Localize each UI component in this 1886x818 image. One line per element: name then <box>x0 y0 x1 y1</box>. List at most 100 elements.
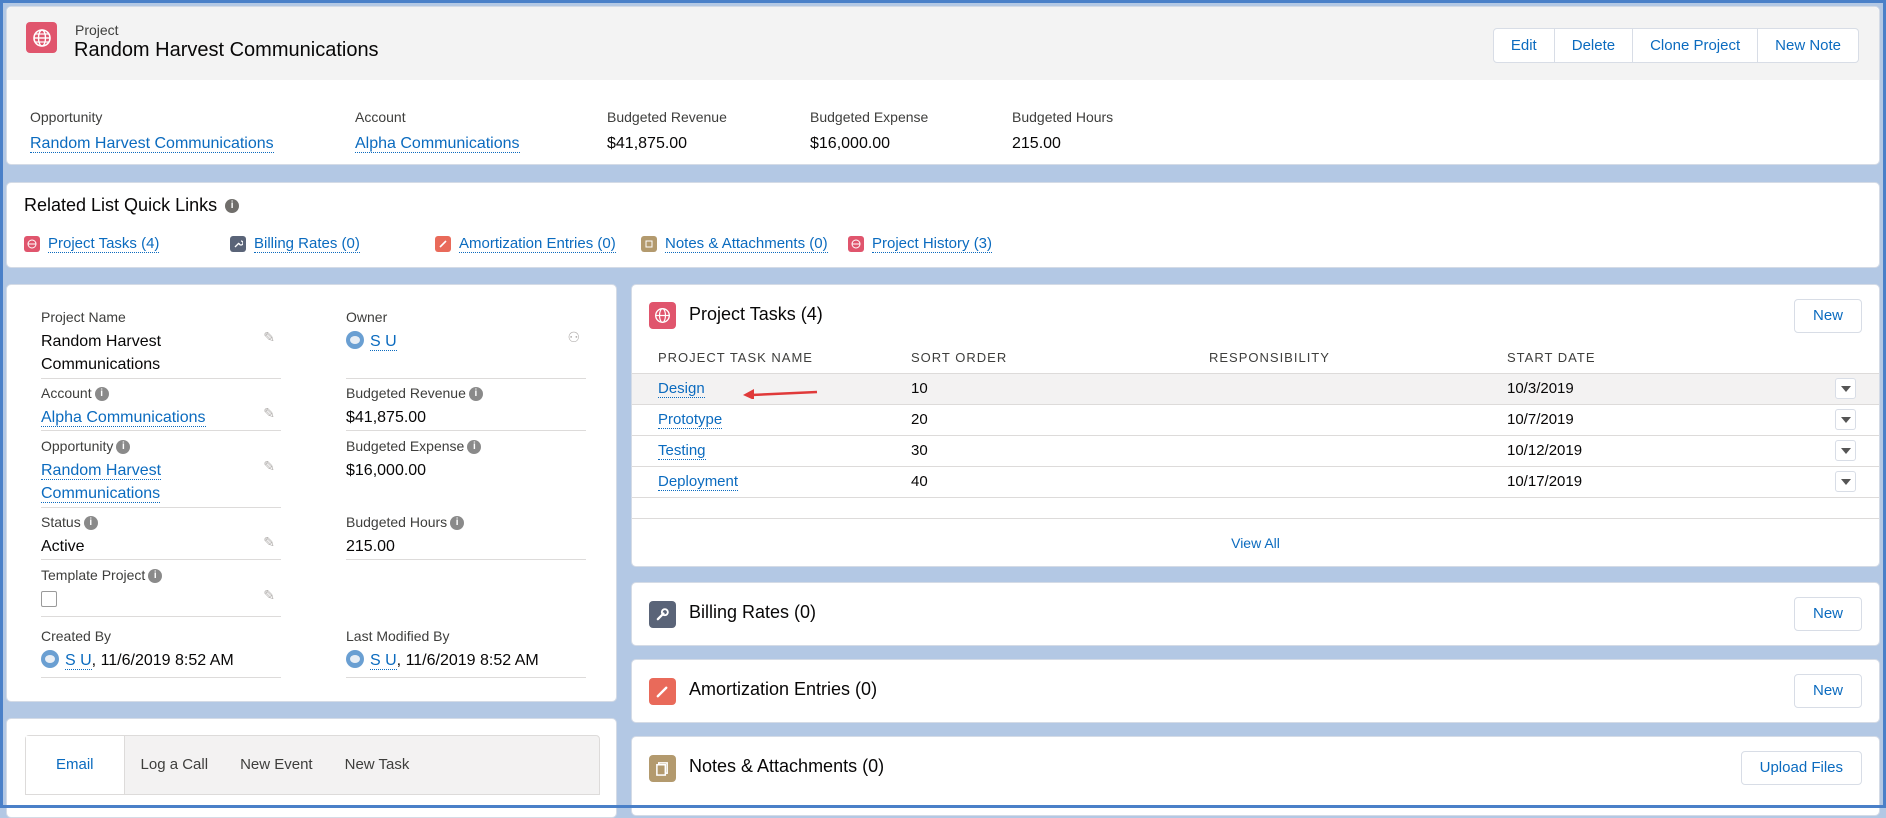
avatar <box>346 331 364 349</box>
modified-by-link[interactable]: S U <box>370 652 397 670</box>
new-amortization-entry-button[interactable]: New <box>1793 674 1862 708</box>
row-action-dropdown-icon[interactable] <box>1835 378 1856 399</box>
field-value: $16,000.00 <box>346 462 427 480</box>
tab-new-task[interactable]: New Task <box>329 736 426 794</box>
delete-button[interactable]: Delete <box>1554 28 1634 63</box>
field-budgeted-expense: Budgeted Expense i $16,000.00 <box>346 438 586 508</box>
highlight-value: $41,875.00 <box>607 135 688 152</box>
info-icon[interactable]: i <box>116 440 131 455</box>
column-header-actions <box>1835 343 1879 373</box>
quick-link-project-tasks[interactable]: Project Tasks (4) <box>24 235 160 253</box>
field-label: Opportunity i <box>41 438 281 455</box>
pencil-icon[interactable]: ✎ <box>263 458 275 475</box>
highlight-label: Opportunity <box>30 109 103 125</box>
view-all-link[interactable]: View All <box>1231 535 1280 551</box>
info-icon[interactable]: i <box>468 387 483 402</box>
activity-tabs: Email Log a Call New Event New Task <box>25 735 600 795</box>
table-row: Deployment 40 10/17/2019 <box>632 465 1879 498</box>
new-note-button[interactable]: New Note <box>1758 28 1859 63</box>
column-header-responsibility[interactable]: RESPONSIBILITY <box>1209 343 1507 373</box>
info-icon[interactable]: i <box>450 516 465 531</box>
field-budgeted-revenue: Budgeted Revenue i $41,875.00 <box>346 385 586 431</box>
tab-new-event[interactable]: New Event <box>224 736 329 794</box>
task-name-link[interactable]: Design <box>658 380 705 398</box>
opportunity-link[interactable]: Random Harvest Communications <box>30 135 274 153</box>
tab-log-a-call[interactable]: Log a Call <box>125 736 225 794</box>
template-project-checkbox[interactable] <box>41 591 57 608</box>
row-action-dropdown-icon[interactable] <box>1835 440 1856 461</box>
billing-rates-title[interactable]: Billing Rates (0) <box>689 602 816 623</box>
quick-link-label[interactable]: Project History (3) <box>872 235 993 253</box>
column-header-task-name[interactable]: PROJECT TASK NAME <box>632 343 911 373</box>
field-opportunity: Opportunity i Random Harvest Communication… <box>41 438 281 508</box>
field-label-text: Account <box>41 385 92 401</box>
task-sort-order: 30 <box>911 434 1209 466</box>
upload-files-button[interactable]: Upload Files <box>1740 751 1862 785</box>
info-icon[interactable]: i <box>225 199 240 214</box>
opportunity-link-line2[interactable]: Communications <box>41 485 161 504</box>
field-label: Template Project i <box>41 567 281 584</box>
quick-link-amortization-entries[interactable]: Amortization Entries (0) <box>435 235 616 253</box>
clone-project-button[interactable]: Clone Project <box>1633 28 1759 63</box>
task-start-date: 10/12/2019 <box>1507 434 1835 466</box>
pencil-icon[interactable]: ✎ <box>263 329 275 346</box>
created-by-date: , 11/6/2019 8:52 AM <box>91 652 234 669</box>
field-label-text: Status <box>41 514 81 530</box>
quick-link-notes-attachments[interactable]: Notes & Attachments (0) <box>641 235 828 253</box>
task-name-link[interactable]: Deployment <box>658 473 739 491</box>
info-icon[interactable]: i <box>83 516 98 531</box>
field-label-text: Budgeted Expense <box>346 438 465 454</box>
pencil-icon[interactable]: ✎ <box>263 534 275 551</box>
quick-link-label[interactable]: Amortization Entries (0) <box>459 235 616 253</box>
owner-link[interactable]: S U <box>370 333 397 351</box>
quick-link-billing-rates[interactable]: Billing Rates (0) <box>230 235 360 253</box>
quick-link-label[interactable]: Billing Rates (0) <box>254 235 360 253</box>
tab-email[interactable]: Email <box>26 736 125 794</box>
avatar <box>346 650 364 668</box>
wrench-icon <box>230 236 246 252</box>
new-billing-rate-button[interactable]: New <box>1793 597 1862 631</box>
notes-attachments-title[interactable]: Notes & Attachments (0) <box>689 756 884 777</box>
project-tasks-title[interactable]: Project Tasks (4) <box>689 304 823 325</box>
task-sort-order: 40 <box>911 465 1209 498</box>
project-name-line1: Random Harvest <box>41 333 162 350</box>
account-link[interactable]: Alpha Communications <box>355 135 520 153</box>
header-button-group: Edit Delete Clone Project New Note <box>1492 28 1859 63</box>
field-label: Owner <box>346 309 388 325</box>
object-label: Project <box>75 22 119 38</box>
new-project-task-button[interactable]: New <box>1793 299 1862 333</box>
column-header-sort-order[interactable]: SORT ORDER <box>911 343 1209 373</box>
info-icon[interactable]: i <box>94 387 109 402</box>
field-account: Account i Alpha Communications ✎ <box>41 385 281 431</box>
row-action-dropdown-icon[interactable] <box>1835 409 1856 430</box>
column-header-start-date[interactable]: START DATE <box>1507 343 1835 373</box>
account-link[interactable]: Alpha Communications <box>41 409 206 428</box>
highlight-label: Budgeted Hours <box>1012 109 1114 125</box>
info-icon[interactable]: i <box>148 569 163 584</box>
pencil-icon[interactable]: ✎ <box>263 405 275 422</box>
field-project-name: Project Name Random Harvest Communication… <box>41 309 281 379</box>
highlight-opportunity: Opportunity Random Harvest Communication… <box>30 109 274 153</box>
task-name-link[interactable]: Testing <box>658 442 706 460</box>
field-label-text: Template Project <box>41 567 146 583</box>
highlight-label: Budgeted Expense <box>810 109 929 125</box>
field-owner: Owner S U ⚇ <box>346 309 586 379</box>
edit-button[interactable]: Edit <box>1492 28 1555 63</box>
project-tasks-table: PROJECT TASK NAME SORT ORDER RESPONSIBIL… <box>632 343 1879 498</box>
quick-link-project-history[interactable]: Project History (3) <box>848 235 993 253</box>
globe-icon <box>848 236 864 252</box>
field-value: S U <box>346 330 586 353</box>
created-by-link[interactable]: S U <box>65 652 92 670</box>
field-label: Budgeted Hours i <box>346 514 586 531</box>
change-owner-icon[interactable]: ⚇ <box>567 329 580 346</box>
task-sort-order: 20 <box>911 403 1209 435</box>
pencil-icon[interactable]: ✎ <box>263 587 275 604</box>
quick-link-label[interactable]: Notes & Attachments (0) <box>665 235 828 253</box>
task-name-link[interactable]: Prototype <box>658 411 723 429</box>
opportunity-link-line1[interactable]: Random Harvest <box>41 462 162 481</box>
task-sort-order: 10 <box>911 372 1209 404</box>
amortization-entries-title[interactable]: Amortization Entries (0) <box>689 679 877 700</box>
info-icon[interactable]: i <box>467 440 482 455</box>
quick-link-label[interactable]: Project Tasks (4) <box>48 235 160 253</box>
row-action-dropdown-icon[interactable] <box>1835 471 1856 492</box>
